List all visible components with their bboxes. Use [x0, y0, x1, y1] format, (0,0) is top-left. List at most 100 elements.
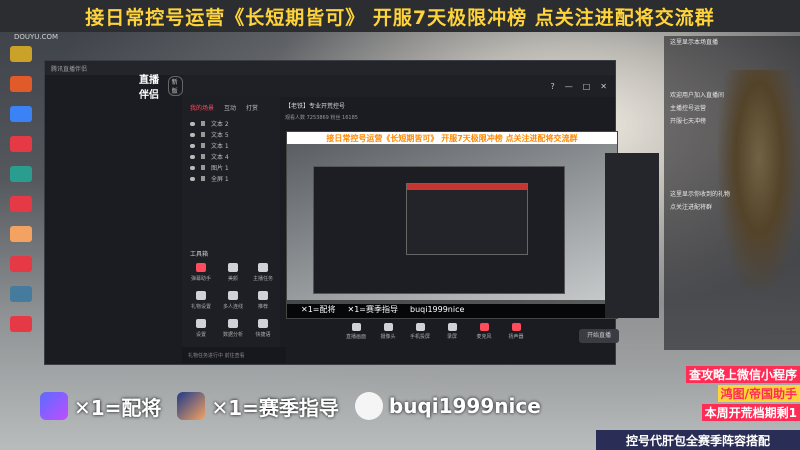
lock-icon[interactable]: [201, 121, 205, 126]
chat-message: 点关注进配将群: [670, 204, 713, 211]
tool-recommend[interactable]: 推荐: [248, 291, 278, 315]
chat-panel: 这里显示本场直播 欢迎用户加入直播间 主播控号运营 开服七天冲榜 这里显示你收到…: [664, 36, 800, 350]
promo-line: 鸿图/帝国助手: [717, 385, 800, 402]
eye-icon[interactable]: [190, 154, 195, 159]
beauty-icon: [228, 263, 238, 272]
eye-icon[interactable]: [190, 121, 195, 126]
scene-name: 文本 2: [211, 121, 229, 128]
link-icon: [228, 291, 238, 300]
sidebar-tabs: 我的场景 互动 打赏: [182, 97, 280, 118]
scene-name: 图片 1: [211, 165, 229, 172]
help-icon[interactable]: ?: [550, 82, 554, 91]
lock-icon[interactable]: [201, 143, 205, 148]
promo-line: 查攻略上微信小程序: [685, 366, 800, 383]
microphone-icon: [479, 323, 489, 331]
top-banner: 接日常控号运营《长短期皆可》 开服7天极限冲榜 点关注进配将交流群: [0, 0, 800, 32]
scene-name: 文本 4: [211, 154, 229, 161]
app-titlebar-text: 腾讯直播伴侣: [51, 65, 88, 73]
nested-banner: [407, 184, 527, 190]
version-badge: 新版: [167, 76, 183, 96]
desktop-icon[interactable]: [10, 316, 32, 332]
task-icon: [258, 263, 268, 272]
stream-preview[interactable]: 接日常控号运营《长短期皆可》 开服7天极限冲榜 点关注进配将交流群 ✕1=配将 …: [286, 131, 618, 319]
preview-image: [287, 144, 617, 304]
preview-footer-item: ✕1=赛季指导: [347, 304, 399, 314]
stream-header: 【老铁】专业开荒控号 观看人数 7253869 粉丝 16185: [285, 101, 615, 129]
lock-icon[interactable]: [201, 176, 205, 181]
scene-item[interactable]: 图片 1: [182, 162, 280, 173]
ctrl-speaker[interactable]: 扬声器: [505, 323, 527, 351]
tab-gifts[interactable]: 打赏: [246, 103, 258, 112]
bottom-promo-text: 控号代肝包全赛季阵容搭配: [625, 433, 770, 448]
eye-icon[interactable]: [190, 132, 195, 137]
streaming-app-window: 腾讯直播伴侣 直播伴侣 新版 ? — □ ✕ 我的场景 互动 打赏 文本 2 文…: [44, 60, 659, 365]
eye-icon[interactable]: [190, 176, 195, 181]
tool-task[interactable]: 主播任务: [248, 263, 278, 287]
desktop-icon[interactable]: [10, 76, 32, 92]
start-live-button[interactable]: 开始直播: [579, 329, 619, 343]
app-titlebar: 腾讯直播伴侣: [45, 61, 615, 75]
top-banner-text: 接日常控号运营《长短期皆可》 开服7天极限冲榜 点关注进配将交流群: [85, 6, 715, 29]
ctrl-camera[interactable]: 摄像头: [377, 323, 399, 351]
ctrl-record[interactable]: 录屏: [441, 323, 463, 351]
minimize-icon[interactable]: —: [565, 82, 573, 91]
close-icon[interactable]: ✕: [600, 82, 607, 91]
rocket-icon: [177, 392, 206, 420]
scene-sidebar: 我的场景 互动 打赏 文本 2 文本 5 文本 1 文本 4 图片 1 全屏 1…: [182, 97, 286, 363]
desktop-icon[interactable]: [10, 196, 32, 212]
tool-quick-phrase[interactable]: 快捷语: [248, 319, 278, 343]
eye-icon[interactable]: [190, 143, 195, 148]
tab-interaction[interactable]: 互动: [224, 103, 236, 112]
tool-analytics[interactable]: 数据分析: [218, 319, 248, 343]
desktop-icon[interactable]: [10, 136, 32, 152]
tool-gift-settings[interactable]: 礼物设置: [186, 291, 216, 315]
footer-text: buqi1999nice: [388, 394, 541, 418]
lock-icon[interactable]: [201, 154, 205, 159]
chat-message: 欢迎用户加入直播间: [670, 92, 725, 99]
scene-item[interactable]: 文本 1: [182, 140, 280, 151]
scene-item[interactable]: 文本 5: [182, 129, 280, 140]
preview-banner-text: 接日常控号运营《长短期皆可》 开服7天极限冲榜 点关注进配将交流群: [326, 133, 578, 143]
danmaku-icon: [196, 263, 206, 272]
window-controls: ? — □ ✕: [550, 82, 615, 91]
preview-footer: ✕1=配将 ✕1=赛季指导 buqi1999nice: [287, 300, 617, 318]
quick-phrase-icon: [258, 319, 268, 328]
scene-name: 文本 5: [211, 132, 229, 139]
chat-message: 主播控号运营: [670, 105, 707, 112]
tool-multi-link[interactable]: 多人连线: [218, 291, 248, 315]
maximize-icon[interactable]: □: [583, 82, 591, 91]
scene-name: 文本 1: [211, 143, 229, 150]
task-strip[interactable]: 礼物任务进行中 前往查看: [182, 347, 286, 363]
footer-text: ✕1=赛季指导: [211, 395, 339, 420]
desktop-icon[interactable]: [10, 106, 32, 122]
scene-item[interactable]: 文本 4: [182, 151, 280, 162]
screen-icon: [351, 323, 361, 331]
tool-beauty[interactable]: 美颜: [218, 263, 248, 287]
tool-settings[interactable]: 设置: [186, 319, 216, 343]
preview-banner: 接日常控号运营《长短期皆可》 开服7天极限冲榜 点关注进配将交流群: [287, 132, 617, 144]
desktop-icon[interactable]: [10, 256, 32, 272]
tab-my-scenes[interactable]: 我的场景: [190, 103, 214, 112]
promo-line: 本周开荒档期剩1: [701, 404, 800, 421]
tool-danmaku[interactable]: 弹幕助手: [186, 263, 216, 287]
game-avatar-icon: [40, 392, 68, 420]
desktop-icon[interactable]: [10, 286, 32, 302]
ctrl-mic[interactable]: 麦克风: [473, 323, 495, 351]
ctrl-phone-cast[interactable]: 手机投屏: [409, 323, 431, 351]
scene-item[interactable]: 全屏 1: [182, 173, 280, 184]
speaker-icon: [511, 323, 521, 331]
chart-icon: [228, 319, 238, 328]
gift-icon: [196, 291, 206, 300]
preview-footer-item: ✕1=配将: [301, 304, 336, 314]
desktop-icon[interactable]: [10, 166, 32, 182]
nested-app-preview: [313, 166, 565, 294]
eye-icon[interactable]: [190, 165, 195, 170]
lock-icon[interactable]: [201, 165, 205, 170]
scene-item[interactable]: 文本 2: [182, 118, 280, 129]
lock-icon[interactable]: [201, 132, 205, 137]
control-bar: 直播画面 摄像头 手机投屏 录屏 麦克风 扬声器: [345, 323, 615, 351]
ctrl-screen[interactable]: 直播画面: [345, 323, 367, 351]
desktop-icon[interactable]: [10, 226, 32, 242]
nested-app-preview-inner: [406, 183, 528, 255]
desktop-icon[interactable]: [10, 46, 32, 62]
